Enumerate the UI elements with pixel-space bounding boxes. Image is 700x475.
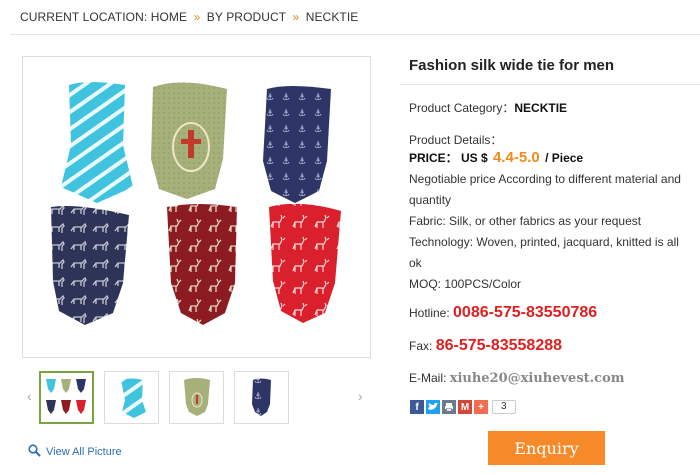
divider	[10, 34, 700, 35]
email-address[interactable]: xiuhe20@xiuhevest.com	[450, 371, 625, 386]
enquiry-button[interactable]: Enquiry	[488, 431, 605, 465]
product-category-value[interactable]: NECKTIE	[514, 101, 567, 115]
breadcrumb-separator: »	[292, 10, 300, 24]
email-label: E-Mail:	[409, 371, 447, 385]
tie-navy-horses	[51, 206, 129, 325]
breadcrumb-label: CURRENT LOCATION:	[20, 10, 148, 24]
price-unit: / Piece	[545, 151, 584, 165]
product-main-image[interactable]: ⚓	[22, 56, 371, 358]
breadcrumb-separator: »	[193, 10, 201, 24]
magnifier-icon	[28, 444, 41, 460]
fax: Fax: 86-575-83558288	[409, 337, 562, 355]
tie-red-deer	[269, 203, 341, 323]
view-all-pictures-link[interactable]: View All Picture	[28, 444, 122, 460]
divider	[400, 84, 700, 85]
product-description: Negotiable price According to different …	[409, 169, 689, 295]
thumbnail-navy-anchor-tie[interactable]	[234, 371, 289, 424]
product-details-label: Product Details：	[409, 133, 503, 147]
print-icon[interactable]	[442, 400, 456, 414]
thumbnail-light-blue-striped-tie[interactable]	[104, 371, 159, 424]
thumbnail-all-ties[interactable]	[39, 371, 94, 424]
product-title: Fashion silk wide tie for men	[409, 57, 615, 74]
gmail-icon[interactable]: M	[458, 400, 472, 414]
tie-light-blue-striped	[61, 82, 133, 203]
description-line: MOQ: 100PCS/Color	[409, 277, 522, 291]
more-share-icon[interactable]: +	[474, 400, 488, 414]
price-label: PRICE： US $	[409, 151, 488, 165]
hotline: Hotline: 0086-575-83550786	[409, 304, 597, 322]
thumbnail-olive-emblem-tie[interactable]	[169, 371, 224, 424]
share-bar: f M + 3	[410, 400, 516, 414]
tie-burgundy-deer	[167, 204, 237, 325]
price-row: PRICE： US $ 4.4-5.0 / Piece	[409, 149, 583, 166]
description-line: Fabric: Silk, or other fabrics as your r…	[409, 214, 642, 228]
breadcrumb-home-link[interactable]: HOME	[151, 10, 187, 24]
twitter-icon[interactable]	[426, 400, 440, 414]
product-category-label: Product Category：	[409, 101, 515, 115]
description-line: Negotiable price According to different …	[409, 172, 681, 207]
price-value: 4.4-5.0	[493, 149, 540, 166]
fax-number: 86-575-83558288	[435, 337, 563, 354]
facebook-icon[interactable]: f	[410, 400, 424, 414]
hotline-label: Hotline:	[409, 306, 450, 320]
description-line: Technology: Woven, printed, jacquard, kn…	[409, 235, 679, 270]
breadcrumb-by-product-link[interactable]: BY PRODUCT	[207, 10, 286, 24]
tie-navy-anchors	[263, 86, 331, 203]
hotline-number: 0086-575-83550786	[453, 304, 598, 321]
thumbnail-next-arrow-icon[interactable]: ›	[358, 388, 363, 404]
breadcrumb-necktie-link[interactable]: NECKTIE	[306, 10, 359, 24]
tie-olive-emblem	[151, 82, 227, 199]
product-category: Product Category：NECKTIE	[409, 99, 567, 116]
fax-label: Fax:	[409, 339, 433, 353]
share-count: 3	[492, 400, 516, 414]
email: E-Mail: xiuhe20@xiuhevest.com	[409, 371, 625, 386]
thumbnail-prev-arrow-icon[interactable]: ‹	[27, 388, 32, 404]
breadcrumb: CURRENT LOCATION: HOME » BY PRODUCT » NE…	[20, 10, 358, 24]
view-all-pictures-label: View All Picture	[46, 446, 122, 458]
